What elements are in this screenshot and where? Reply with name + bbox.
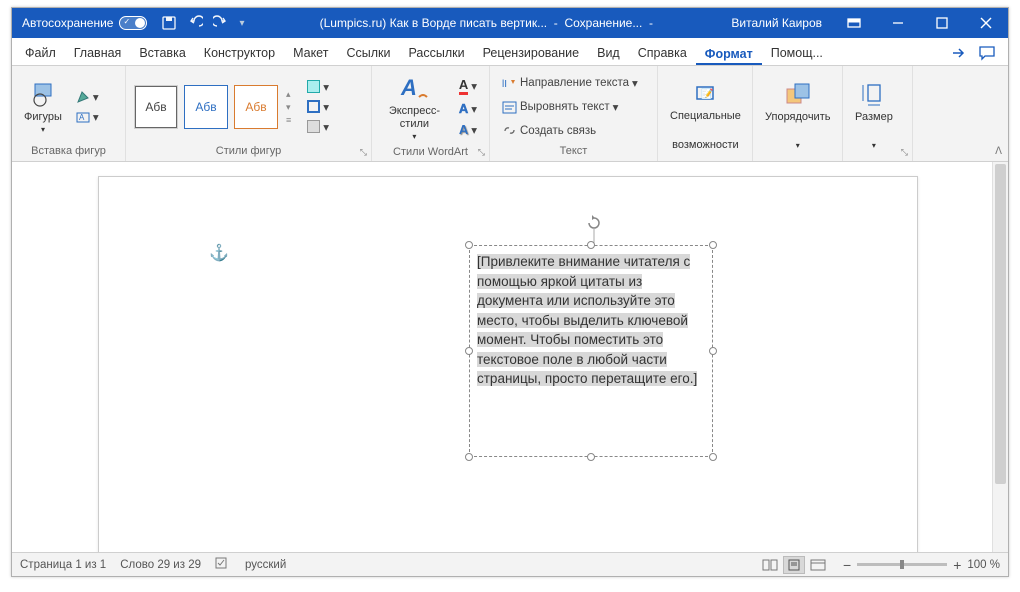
align-text-button[interactable]: Выровнять текст ▾ — [498, 98, 622, 116]
group-label-wordart: Стили WordArt — [380, 144, 481, 160]
resize-handle-w[interactable] — [465, 347, 473, 355]
shape-style-1[interactable]: Абв — [134, 85, 178, 129]
svg-text:lI: lI — [502, 79, 507, 90]
style-gallery-more[interactable]: ≡ — [286, 115, 291, 125]
arrange-button[interactable]: Упорядочить▾ — [761, 76, 834, 152]
ribbon-display-icon[interactable] — [832, 8, 876, 38]
close-button[interactable] — [964, 8, 1008, 38]
document-area: ⚓ [Привлеките внимание читателя с помощь… — [12, 162, 1008, 552]
accessibility-button[interactable]: 📝 Специальныевозможности — [666, 75, 745, 155]
redo-icon[interactable] — [213, 15, 229, 31]
create-link-button[interactable]: Создать связь — [498, 122, 600, 139]
rotate-handle[interactable] — [583, 212, 605, 246]
word-count[interactable]: Слово 29 из 29 — [120, 559, 201, 571]
resize-handle-sw[interactable] — [465, 453, 473, 461]
autosave-toggle[interactable]: ✓ — [119, 16, 147, 30]
zoom-out-button[interactable]: − — [843, 557, 851, 573]
document-title: (Lumpics.ru) Как в Ворде писать вертик..… — [245, 16, 732, 30]
svg-text:A: A — [400, 75, 417, 100]
styles-dialog-icon[interactable]: ⤡ — [360, 147, 367, 158]
tab-mailings[interactable]: Рассылки — [399, 40, 473, 65]
resize-handle-e[interactable] — [709, 347, 717, 355]
collapse-ribbon-icon[interactable]: ᐱ — [995, 146, 1002, 157]
read-mode-icon[interactable] — [759, 556, 781, 574]
style-gallery-up[interactable]: ▴ — [286, 89, 291, 100]
print-layout-icon[interactable] — [783, 556, 805, 574]
resize-handle-ne[interactable] — [709, 241, 717, 249]
comments-icon[interactable] — [978, 44, 996, 65]
zoom-level[interactable]: 100 % — [967, 559, 1000, 571]
tab-insert[interactable]: Вставка — [130, 40, 194, 65]
tab-review[interactable]: Рецензирование — [474, 40, 589, 65]
proofing-icon[interactable] — [215, 556, 231, 573]
minimize-button[interactable] — [876, 8, 920, 38]
share-icon[interactable] — [950, 44, 968, 65]
tab-layout[interactable]: Макет — [284, 40, 337, 65]
autosave-label: Автосохранение — [22, 16, 113, 30]
statusbar: Страница 1 из 1 Слово 29 из 29 русский −… — [12, 552, 1008, 576]
text-box[interactable]: [Привлеките внимание читателя с помощью … — [469, 245, 713, 457]
group-label-styles: Стили фигур — [134, 143, 363, 159]
size-dialog-icon[interactable]: ⤡ — [901, 147, 908, 158]
page[interactable]: ⚓ [Привлеките внимание читателя с помощь… — [98, 176, 918, 552]
resize-handle-se[interactable] — [709, 453, 717, 461]
ribbon-tabs: Файл Главная Вставка Конструктор Макет С… — [12, 38, 1008, 66]
shape-fill-button[interactable]: ▾ — [303, 78, 333, 96]
text-effects-button[interactable]: A▾ — [455, 120, 481, 139]
svg-text:📝: 📝 — [701, 87, 713, 100]
size-button[interactable]: Размер▾ — [851, 76, 897, 152]
ribbon: Фигуры▾ ▾ A▾ Вставка фигур Абв Абв Абв ▴… — [12, 66, 1008, 162]
text-direction-button[interactable]: lIНаправление текста ▾ — [498, 74, 642, 92]
user-name[interactable]: Виталий Каиров — [731, 16, 822, 30]
maximize-button[interactable] — [920, 8, 964, 38]
tab-design[interactable]: Конструктор — [195, 40, 284, 65]
tab-help[interactable]: Справка — [629, 40, 696, 65]
shape-style-2[interactable]: Абв — [184, 85, 228, 129]
zoom-in-button[interactable]: + — [953, 557, 961, 573]
resize-handle-nw[interactable] — [465, 241, 473, 249]
save-icon[interactable] — [161, 15, 177, 31]
resize-handle-n[interactable] — [587, 241, 595, 249]
svg-text:A: A — [79, 113, 85, 122]
anchor-icon[interactable]: ⚓ — [209, 243, 229, 263]
group-label-shapes: Вставка фигур — [20, 143, 117, 159]
zoom-slider[interactable] — [857, 563, 947, 566]
vertical-scrollbar[interactable] — [992, 162, 1008, 552]
shape-outline-button[interactable]: ▾ — [303, 98, 333, 116]
text-outline-button[interactable]: A▾ — [455, 99, 481, 118]
wordart-dialog-icon[interactable]: ⤡ — [478, 147, 485, 158]
style-gallery-down[interactable]: ▾ — [286, 102, 291, 113]
page-number[interactable]: Страница 1 из 1 — [20, 559, 106, 571]
undo-icon[interactable] — [187, 15, 203, 31]
web-layout-icon[interactable] — [807, 556, 829, 574]
shape-effects-button[interactable]: ▾ — [303, 118, 333, 136]
wordart-styles-button[interactable]: A Экспресс-стили▾ — [380, 70, 449, 144]
shape-style-3[interactable]: Абв — [234, 85, 278, 129]
shapes-button[interactable]: Фигуры▾ — [20, 76, 66, 138]
tab-file[interactable]: Файл — [16, 40, 65, 65]
edit-shape-icon[interactable]: ▾ — [72, 88, 103, 106]
titlebar: Автосохранение ✓ ▾ (Lumpics.ru) Как в Во… — [12, 8, 1008, 38]
tab-format[interactable]: Формат — [696, 41, 762, 66]
tab-tellme[interactable]: Помощ... — [762, 40, 832, 65]
language[interactable]: русский — [245, 559, 286, 571]
resize-handle-s[interactable] — [587, 453, 595, 461]
group-label-text: Текст — [498, 143, 649, 159]
text-box-content[interactable]: [Привлеките внимание читателя с помощью … — [470, 246, 712, 395]
text-fill-button[interactable]: A▾ — [455, 75, 481, 97]
textbox-icon[interactable]: A▾ — [72, 108, 103, 126]
tab-home[interactable]: Главная — [65, 40, 131, 65]
tab-references[interactable]: Ссылки — [337, 40, 399, 65]
tab-view[interactable]: Вид — [588, 40, 629, 65]
